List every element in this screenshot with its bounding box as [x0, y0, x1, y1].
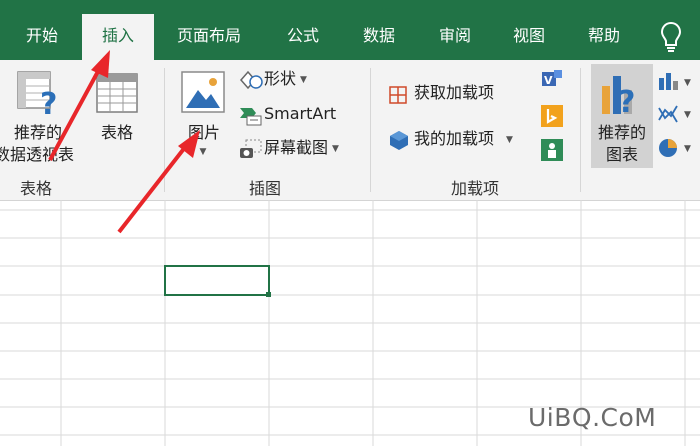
column-chart-icon[interactable]: ▼	[657, 70, 700, 92]
tab-label: 视图	[512, 26, 545, 45]
ribbon-tab-bar: 开始 插入 页面布局 公式 数据 审阅 视图 帮助	[0, 0, 700, 60]
get-addins-button[interactable]: 获取加载项	[388, 80, 494, 106]
table-label: 表格	[100, 123, 133, 142]
pivot-table-icon: ?	[17, 71, 57, 116]
lightbulb-icon[interactable]	[656, 20, 686, 54]
recommended-charts-label-2: 图表	[605, 145, 638, 164]
tab-help[interactable]: 帮助	[573, 14, 635, 60]
smartart-label: SmartArt	[264, 104, 337, 123]
tab-insert[interactable]: 插入	[82, 14, 154, 60]
screenshot-label: 屏幕截图	[264, 138, 329, 157]
my-addins-icon	[390, 130, 408, 150]
svg-text:?: ?	[40, 87, 57, 116]
svg-text:▼: ▼	[684, 78, 691, 88]
tab-label: 帮助	[587, 26, 620, 45]
shapes-button[interactable]: 形状 ▼	[238, 66, 307, 92]
recommended-pivottable-label-1: 推荐的	[13, 123, 62, 142]
tab-label: 页面布局	[176, 26, 241, 45]
recommended-pivottable-label-2: 数据透视表	[0, 145, 75, 164]
my-addins-label: 我的加载项	[414, 129, 495, 148]
table-icon	[96, 73, 138, 113]
shapes-icon	[240, 70, 263, 89]
group-separator	[370, 68, 371, 192]
screenshot-icon	[240, 139, 262, 158]
store-icon	[389, 85, 407, 104]
watermark-text: UiBQ.CoM	[528, 403, 657, 432]
tab-data[interactable]: 数据	[348, 14, 410, 60]
get-addins-label: 获取加载项	[414, 83, 495, 102]
screenshot-button[interactable]: 屏幕截图 ▼	[238, 135, 339, 161]
shapes-label: 形状	[264, 69, 297, 88]
group-separator	[164, 68, 165, 192]
line-chart-icon[interactable]: ▼	[657, 102, 700, 126]
smartart-icon	[240, 107, 262, 125]
pictures-label: 图片	[187, 123, 220, 142]
tab-view[interactable]: 视图	[498, 14, 560, 60]
group-label-tables: 表格	[19, 179, 52, 198]
tab-formulas[interactable]: 公式	[272, 14, 334, 60]
svg-text:V: V	[544, 74, 553, 87]
chevron-down-icon: ▼	[332, 143, 339, 154]
my-addins-button[interactable]: 我的加载项 ▼	[388, 126, 513, 152]
recommended-charts-icon: ?	[602, 76, 635, 116]
recommended-charts-label-1: 推荐的	[597, 123, 646, 142]
picture-icon	[181, 71, 225, 113]
chevron-down-icon: ▼	[300, 74, 307, 85]
svg-text:▼: ▼	[684, 144, 691, 154]
svg-text:▼: ▼	[684, 110, 691, 120]
svg-text:?: ?	[618, 85, 635, 116]
group-label-addins: 加载项	[450, 179, 499, 198]
tab-label: 开始	[25, 26, 58, 45]
group-separator	[580, 68, 581, 192]
tab-review[interactable]: 审阅	[424, 14, 486, 60]
tab-page-layout[interactable]: 页面布局	[164, 14, 254, 60]
fill-handle[interactable]	[266, 292, 271, 297]
tab-home[interactable]: 开始	[12, 14, 72, 60]
pie-chart-icon[interactable]: ▼	[657, 136, 700, 160]
group-label-illustrations: 插图	[248, 179, 281, 198]
smartart-button[interactable]: SmartArt	[238, 101, 336, 127]
selected-cell[interactable]	[164, 265, 270, 296]
tab-label: 审阅	[438, 26, 471, 45]
tab-label: 插入	[101, 26, 134, 45]
recommended-charts-button[interactable]: ? 推荐的 图表	[591, 64, 653, 168]
tab-label: 公式	[286, 26, 319, 45]
ribbon-panel: ? 推荐的 数据透视表 表格 表格 图片 ▼ 形状 ▼ SmartArt 屏幕截…	[0, 60, 700, 201]
tab-label: 数据	[362, 26, 395, 45]
chevron-down-icon: ▼	[199, 147, 207, 157]
chevron-down-icon: ▼	[506, 134, 513, 145]
